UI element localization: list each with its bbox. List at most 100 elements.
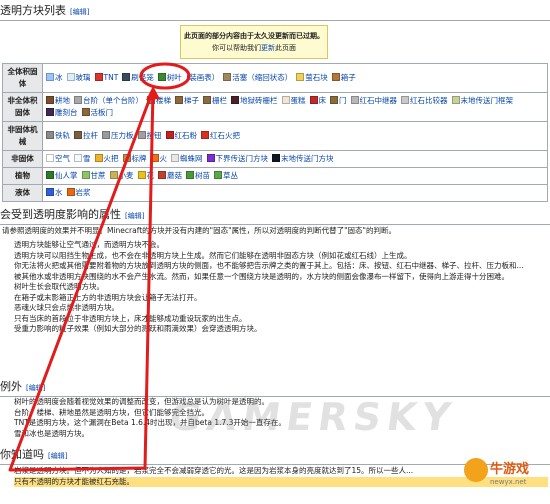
block-item[interactable]: 树叶（装画表） — [157, 72, 220, 84]
block-label[interactable]: 雕刻台 — [55, 108, 78, 117]
block-item[interactable]: 红石中继器 — [350, 95, 398, 107]
block-item[interactable]: 末地传送门框架 — [451, 95, 514, 107]
block-item[interactable]: 蘑菇 — [158, 170, 182, 182]
block-label[interactable]: 冰 — [55, 73, 63, 82]
edit-link[interactable]: [编辑] — [48, 452, 67, 460]
block-label[interactable]: 树叶（装画表） — [167, 73, 220, 82]
block-item[interactable]: 火 — [150, 153, 168, 165]
block-label[interactable]: 岩浆 — [76, 188, 91, 197]
list-item: 恶魂火球只会点燃非透明方块。 — [14, 303, 548, 314]
block-item[interactable]: 台阶（单个台阶） — [74, 95, 143, 107]
block-item[interactable]: 花 — [137, 170, 155, 182]
block-label[interactable]: 火把 — [104, 154, 119, 163]
block-item[interactable]: 岩浆 — [66, 187, 91, 199]
block-label[interactable]: 床 — [319, 96, 327, 105]
block-label[interactable]: 台阶（单个台阶） — [83, 96, 143, 105]
block-item[interactable]: 蛋糕 — [281, 95, 306, 107]
block-item[interactable]: 刷怪笼 — [122, 72, 154, 84]
block-label[interactable]: 红石粉 — [175, 131, 198, 140]
block-item[interactable]: 压力板 — [102, 130, 134, 142]
block-label[interactable]: 蘑菇 — [167, 171, 182, 180]
block-item[interactable]: 雪 — [74, 153, 91, 165]
block-item[interactable]: 箱子 — [331, 72, 356, 84]
block-item[interactable]: 空气 — [46, 153, 70, 165]
block-label[interactable]: 活塞（缩回状态） — [232, 73, 292, 82]
block-label[interactable]: 铁轨 — [55, 131, 70, 140]
block-item[interactable]: 拉杆 — [74, 130, 98, 142]
block-item[interactable]: 火把 — [94, 153, 119, 165]
block-label[interactable]: 蜘蛛网 — [180, 154, 203, 163]
block-label[interactable]: 压力板 — [111, 131, 134, 140]
block-label[interactable]: 红石中继器 — [360, 96, 398, 105]
block-label[interactable]: 火 — [160, 154, 168, 163]
block-item[interactable]: 标牌 — [122, 153, 147, 165]
block-label[interactable]: 拉杆 — [83, 131, 98, 140]
block-label[interactable]: 下界传送门方块 — [216, 154, 269, 163]
block-label[interactable]: 末地传送门方块 — [281, 154, 334, 163]
block-label[interactable]: 刷怪笼 — [131, 73, 154, 82]
block-label[interactable]: 草丛 — [223, 171, 238, 180]
block-item[interactable]: 梯子 — [175, 95, 199, 107]
block-label[interactable]: 活板门 — [91, 108, 114, 117]
block-item[interactable]: 活塞（缩回状态） — [223, 72, 292, 84]
block-label[interactable]: 箱子 — [341, 73, 356, 82]
block-item[interactable]: 楼梯 — [147, 95, 171, 107]
block-item[interactable]: 小麦 — [109, 170, 134, 182]
block-item[interactable]: TNT — [94, 72, 119, 84]
notice-update-link[interactable]: 更新 — [261, 44, 275, 52]
block-label[interactable]: 门 — [339, 96, 347, 105]
block-label[interactable]: 红石火把 — [210, 131, 240, 140]
block-label[interactable]: 花 — [147, 171, 155, 180]
edit-link[interactable]: [编辑] — [125, 212, 144, 220]
block-icon — [206, 154, 215, 162]
block-item[interactable]: 耕地 — [46, 95, 70, 107]
block-label[interactable]: 雪 — [83, 154, 91, 163]
block-item[interactable]: 草丛 — [214, 170, 238, 182]
block-item[interactable]: 萤石块 — [296, 72, 328, 84]
block-icon — [74, 131, 82, 139]
block-item[interactable]: 树苗 — [186, 170, 210, 182]
block-item[interactable]: 地狱砖栅栏 — [231, 95, 278, 107]
block-label[interactable]: 蛋糕 — [291, 96, 306, 105]
block-item[interactable]: 红石粉 — [165, 130, 198, 142]
edit-link[interactable]: [编辑] — [26, 384, 45, 392]
block-label[interactable]: 栅栏 — [212, 96, 227, 105]
block-item[interactable]: 下界传送门方块 — [206, 153, 269, 165]
block-item[interactable]: 甘蔗 — [81, 170, 106, 182]
block-label[interactable]: 甘蔗 — [91, 171, 106, 180]
block-label[interactable]: 地狱砖栅栏 — [240, 96, 278, 105]
block-label[interactable]: 标牌 — [132, 154, 147, 163]
block-label[interactable]: 小麦 — [119, 171, 134, 180]
block-label[interactable]: 萤石块 — [305, 73, 328, 82]
block-label[interactable]: 末地传送门框架 — [461, 96, 514, 105]
block-item[interactable]: 蜘蛛网 — [171, 153, 203, 165]
block-item[interactable]: 按钮 — [137, 130, 162, 142]
block-item[interactable]: 床 — [309, 95, 327, 107]
block-label[interactable]: 树苗 — [195, 171, 210, 180]
block-item[interactable]: 玻璃 — [66, 72, 91, 84]
block-label[interactable]: 玻璃 — [76, 73, 91, 82]
block-label[interactable]: TNT — [104, 73, 119, 82]
block-label[interactable]: 楼梯 — [156, 96, 171, 105]
block-item[interactable]: 冰 — [46, 72, 63, 84]
block-item[interactable]: 门 — [330, 95, 347, 107]
edit-link[interactable]: [编辑] — [70, 8, 89, 16]
block-label[interactable]: 耕地 — [55, 96, 70, 105]
block-label[interactable]: 按钮 — [147, 131, 162, 140]
block-icon — [46, 96, 54, 104]
block-item[interactable]: 雕刻台 — [46, 107, 78, 119]
block-label[interactable]: 红石比较器 — [410, 96, 448, 105]
block-item[interactable]: 仙人掌 — [46, 170, 78, 182]
logo-url: newyx.net — [490, 478, 527, 486]
block-label[interactable]: 仙人掌 — [55, 171, 78, 180]
block-item[interactable]: 活板门 — [81, 107, 114, 119]
block-item[interactable]: 红石比较器 — [401, 95, 448, 107]
block-item[interactable]: 水 — [46, 187, 63, 199]
block-label[interactable]: 梯子 — [184, 96, 199, 105]
block-label[interactable]: 水 — [55, 188, 63, 197]
block-label[interactable]: 空气 — [55, 154, 70, 163]
block-item[interactable]: 铁轨 — [46, 130, 70, 142]
block-item[interactable]: 末地传送门方块 — [272, 153, 334, 165]
block-item[interactable]: 栅栏 — [203, 95, 227, 107]
block-item[interactable]: 红石火把 — [201, 130, 240, 142]
